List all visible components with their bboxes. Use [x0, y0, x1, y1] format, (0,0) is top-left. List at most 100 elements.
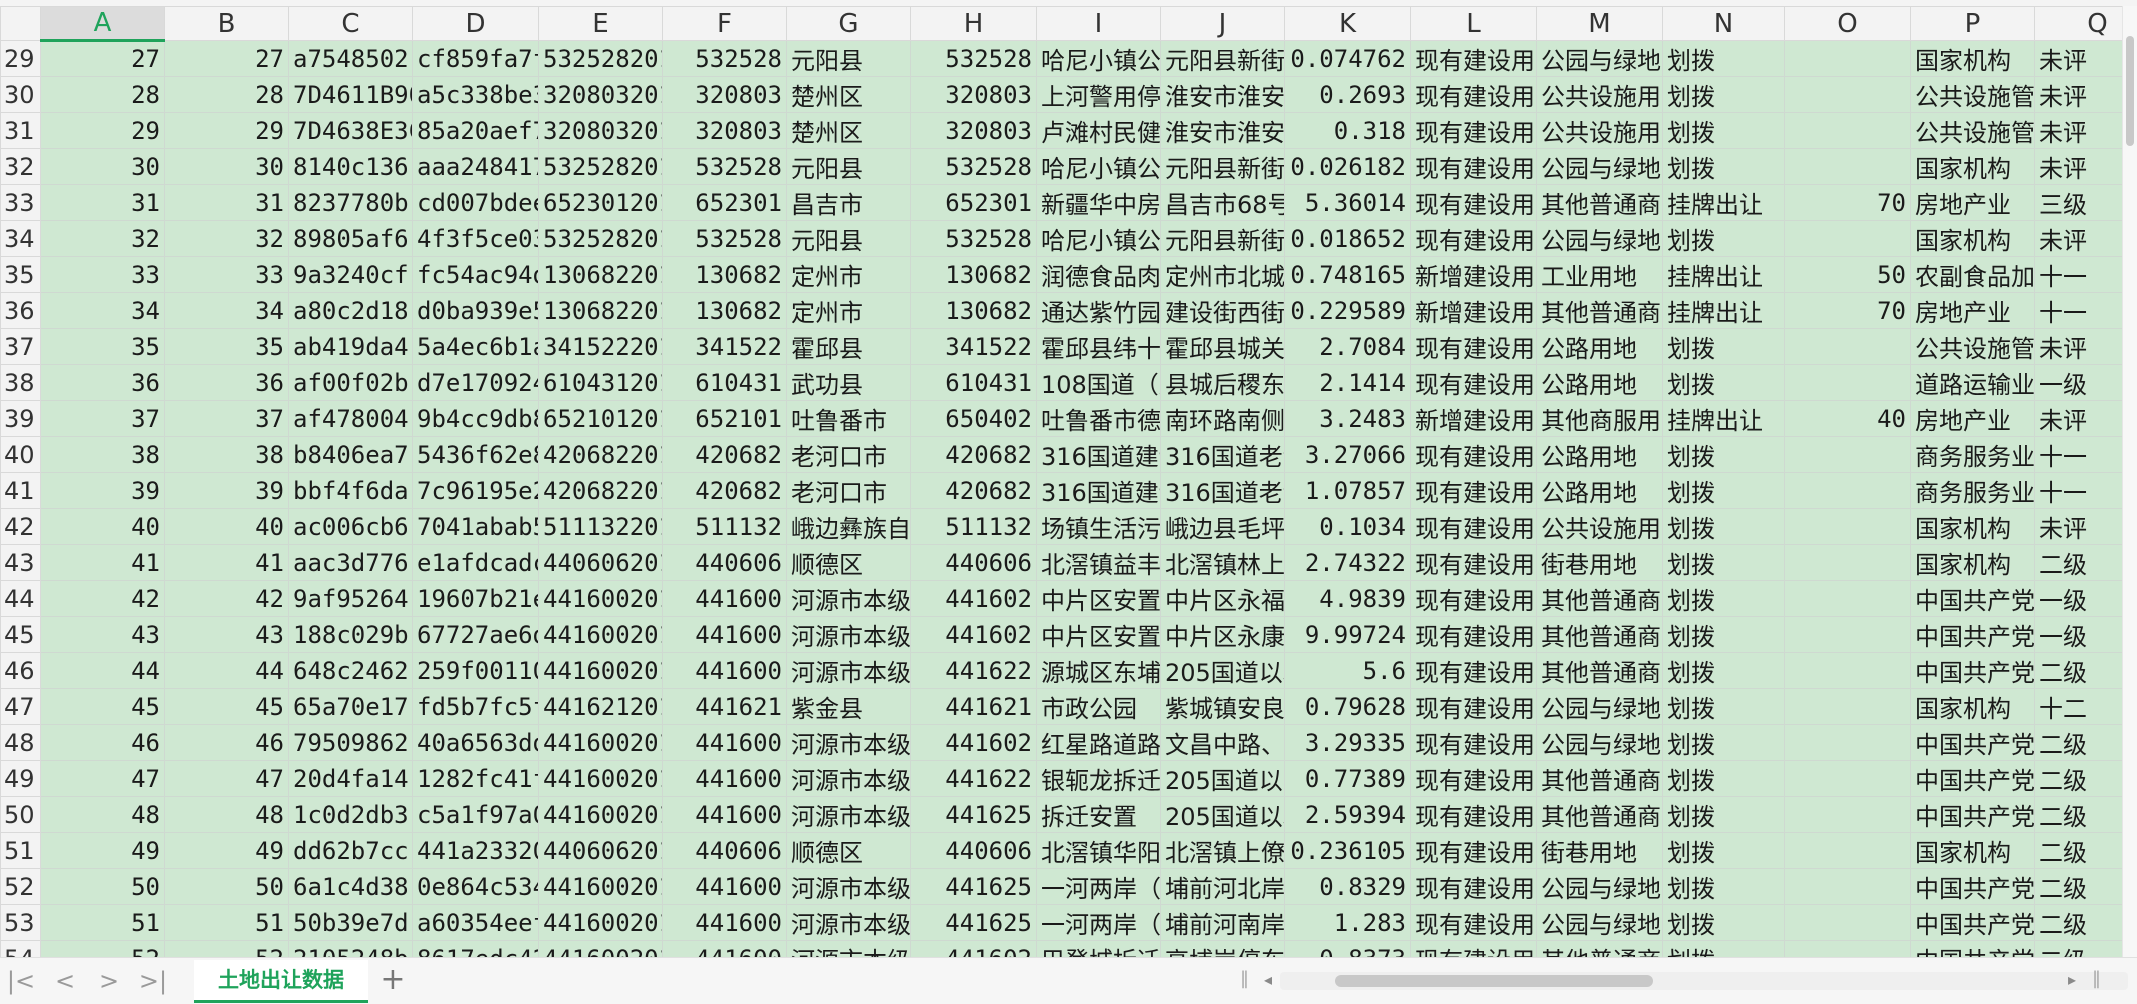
- column-header-b[interactable]: B: [164, 6, 289, 41]
- cell-f[interactable]: 130682: [662, 256, 787, 293]
- cell-e[interactable]: 4416002018: [538, 904, 663, 941]
- cell-b[interactable]: 40: [164, 508, 289, 545]
- cell-e[interactable]: 4416002018: [538, 868, 663, 905]
- cell-a[interactable]: 29: [40, 112, 165, 149]
- horizontal-scroll-thumb[interactable]: [1335, 975, 1653, 987]
- column-header-h[interactable]: H: [910, 6, 1037, 41]
- cell-i[interactable]: 北滘镇华阳: [1036, 832, 1161, 869]
- cell-h[interactable]: 441602: [910, 724, 1037, 761]
- cell-n[interactable]: 划拨: [1662, 544, 1785, 581]
- cell-c[interactable]: 50b39e7d-e: [288, 904, 413, 941]
- cell-j[interactable]: 紫城镇安良: [1160, 688, 1285, 725]
- cell-m[interactable]: 公共设施用: [1536, 112, 1663, 149]
- cell-h[interactable]: 320803: [910, 76, 1037, 113]
- horizontal-scrollbar[interactable]: [1280, 972, 2128, 990]
- cell-c[interactable]: 7D4611B903: [288, 76, 413, 113]
- cell-f[interactable]: 532528: [662, 220, 787, 257]
- cell-j[interactable]: 205国道以北: [1160, 796, 1285, 833]
- cell-e[interactable]: 4416002018: [538, 760, 663, 797]
- cell-h[interactable]: 532528: [910, 40, 1037, 77]
- cell-d[interactable]: 67727ae6dl: [412, 616, 539, 653]
- cell-o[interactable]: [1784, 724, 1911, 761]
- cell-a[interactable]: 35: [40, 328, 165, 365]
- cell-l[interactable]: 现有建设用: [1410, 364, 1537, 401]
- row-header[interactable]: 47: [0, 688, 41, 725]
- cell-n[interactable]: 划拨: [1662, 868, 1785, 905]
- cell-j[interactable]: 埔前河北岸: [1160, 868, 1285, 905]
- cell-p[interactable]: 公共设施管: [1910, 328, 2035, 365]
- cell-l[interactable]: 现有建设用: [1410, 76, 1537, 113]
- cell-b[interactable]: 45: [164, 688, 289, 725]
- cell-q[interactable]: 未评: [2034, 148, 2122, 185]
- cell-n[interactable]: 划拨: [1662, 472, 1785, 509]
- cell-j[interactable]: 昌吉市68号: [1160, 184, 1285, 221]
- row-header[interactable]: 33: [0, 184, 41, 221]
- cell-n[interactable]: 挂牌出让: [1662, 256, 1785, 293]
- row-header[interactable]: 32: [0, 148, 41, 185]
- column-header-n[interactable]: N: [1662, 6, 1785, 41]
- cell-j[interactable]: 淮安市淮安: [1160, 76, 1285, 113]
- cell-k[interactable]: 0.236105: [1284, 832, 1411, 869]
- cell-q[interactable]: 二级: [2034, 724, 2122, 761]
- cell-k[interactable]: 5.36014: [1284, 184, 1411, 221]
- cell-n[interactable]: 挂牌出让: [1662, 292, 1785, 329]
- cell-d[interactable]: d7e1709241: [412, 364, 539, 401]
- cell-d[interactable]: aaa248417c: [412, 148, 539, 185]
- cell-n[interactable]: 划拨: [1662, 688, 1785, 725]
- cell-m[interactable]: 街巷用地: [1536, 544, 1663, 581]
- cell-p[interactable]: 中国共产党: [1910, 616, 2035, 653]
- cell-k[interactable]: 0.026182: [1284, 148, 1411, 185]
- cell-p[interactable]: 中国共产党: [1910, 904, 2035, 941]
- cell-g[interactable]: 河源市本级: [786, 940, 911, 957]
- row-header[interactable]: 46: [0, 652, 41, 689]
- cell-p[interactable]: 国家机构: [1910, 832, 2035, 869]
- cell-i[interactable]: 吐鲁番市德: [1036, 400, 1161, 437]
- cell-d[interactable]: 5a4ec6b1a0: [412, 328, 539, 365]
- cell-f[interactable]: 320803: [662, 112, 787, 149]
- cell-n[interactable]: 划拨: [1662, 760, 1785, 797]
- cell-j[interactable]: 北滘镇上僚: [1160, 832, 1285, 869]
- cell-m[interactable]: 其他普通商: [1536, 940, 1663, 957]
- cell-q[interactable]: 十二: [2034, 688, 2122, 725]
- cell-p[interactable]: 公共设施管: [1910, 112, 2035, 149]
- cell-b[interactable]: 51: [164, 904, 289, 941]
- cell-j[interactable]: 霍邱县城关: [1160, 328, 1285, 365]
- cell-a[interactable]: 32: [40, 220, 165, 257]
- cell-d[interactable]: d0ba939e5c: [412, 292, 539, 329]
- cell-m[interactable]: 其他普通商: [1536, 652, 1663, 689]
- cell-g[interactable]: 元阳县: [786, 220, 911, 257]
- row-header[interactable]: 37: [0, 328, 41, 365]
- cell-c[interactable]: 65a70e17-0: [288, 688, 413, 725]
- cell-d[interactable]: e1afdcadc8: [412, 544, 539, 581]
- cell-m[interactable]: 其他普通商: [1536, 580, 1663, 617]
- cell-i[interactable]: 哈尼小镇公: [1036, 40, 1161, 77]
- column-header-q[interactable]: Q: [2034, 6, 2122, 41]
- cell-h[interactable]: 130682: [910, 292, 1037, 329]
- cell-a[interactable]: 41: [40, 544, 165, 581]
- row-header[interactable]: 54: [0, 940, 41, 957]
- cell-c[interactable]: af00f02b-1: [288, 364, 413, 401]
- cell-o[interactable]: [1784, 868, 1911, 905]
- cell-j[interactable]: 316国道老河: [1160, 436, 1285, 473]
- cell-d[interactable]: cd007bdee5: [412, 184, 539, 221]
- cell-a[interactable]: 47: [40, 760, 165, 797]
- cell-h[interactable]: 441602: [910, 616, 1037, 653]
- cell-n[interactable]: 划拨: [1662, 940, 1785, 957]
- cell-m[interactable]: 公园与绿地: [1536, 40, 1663, 77]
- cell-c[interactable]: 188c029b-0: [288, 616, 413, 653]
- cell-d[interactable]: 19607b21ec: [412, 580, 539, 617]
- cell-e[interactable]: 4416002018: [538, 724, 663, 761]
- cell-i[interactable]: 卢滩村民健: [1036, 112, 1161, 149]
- cell-p[interactable]: 国家机构: [1910, 220, 2035, 257]
- cell-o[interactable]: [1784, 688, 1911, 725]
- cell-b[interactable]: 31: [164, 184, 289, 221]
- cell-b[interactable]: 42: [164, 580, 289, 617]
- cell-e[interactable]: 1306822018: [538, 292, 663, 329]
- cell-l[interactable]: 新增建设用: [1410, 292, 1537, 329]
- cell-h[interactable]: 320803: [910, 112, 1037, 149]
- cell-g[interactable]: 河源市本级: [786, 796, 911, 833]
- cell-l[interactable]: 现有建设用: [1410, 904, 1537, 941]
- cell-c[interactable]: 20d4fa14-0: [288, 760, 413, 797]
- cell-a[interactable]: 38: [40, 436, 165, 473]
- cell-c[interactable]: a80c2d18-9: [288, 292, 413, 329]
